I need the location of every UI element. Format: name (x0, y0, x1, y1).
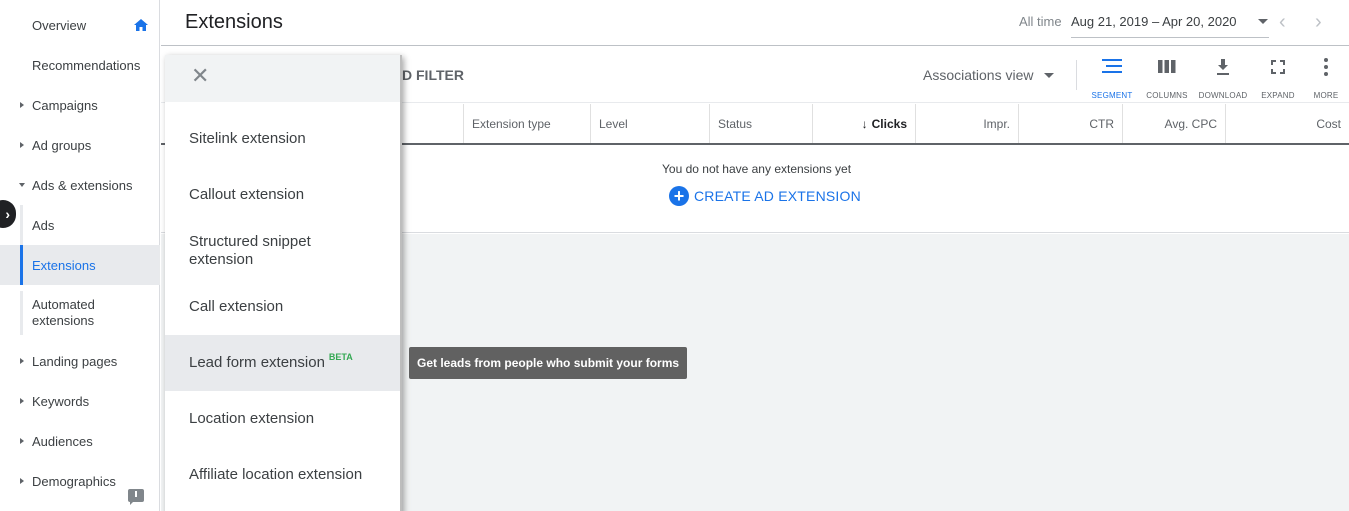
segment-icon (1102, 59, 1122, 73)
chevron-right-icon[interactable]: › (1315, 12, 1322, 32)
expand-arrow-icon (20, 398, 24, 404)
expand-label: EXPAND (1261, 91, 1295, 100)
date-label: All time (1019, 14, 1062, 29)
segment-label: SEGMENT (1091, 91, 1133, 100)
empty-state-text: You do not have any extensions yet (662, 162, 852, 176)
nav-item-label: Ads & extensions (32, 177, 133, 193)
nav-item-recommendations[interactable]: Recommendations (0, 45, 160, 85)
nav-item-label: Landing pages (32, 353, 118, 369)
extension-type-menu: ✕ Sitelink extension Callout extension S… (165, 55, 402, 511)
expand-arrow-icon (20, 358, 24, 364)
column-header[interactable]: Avg. CPC (1122, 104, 1225, 143)
page-title: Extensions (185, 11, 283, 33)
add-filter-button[interactable]: D FILTER (402, 67, 464, 83)
column-header[interactable]: Extension type (463, 104, 590, 143)
menu-item-lead-form-extension[interactable]: Lead form extension BETA (165, 335, 400, 391)
menu-item-location-extension[interactable]: Location extension (165, 391, 400, 447)
toolbar-divider (1076, 60, 1077, 90)
more-button[interactable]: MORE (1301, 57, 1349, 100)
menu-item-sitelink-extension[interactable]: Sitelink extension (165, 111, 400, 167)
date-range-selector[interactable]: Aug 21, 2019 – Apr 20, 2020 (1071, 14, 1237, 29)
nav-indent-bar (20, 205, 23, 245)
nav-item-ad-groups[interactable]: Ad groups (0, 125, 160, 165)
menu-item-label: Lead form extension (189, 354, 325, 371)
column-header-label: Clicks (871, 116, 907, 131)
expand-arrow-icon (20, 142, 24, 148)
nav-item-label: Audiences (32, 433, 93, 449)
menu-item-call-extension[interactable]: Call extension (165, 279, 400, 335)
menu-item-label: Structured snippet extension (189, 233, 311, 268)
nav-item-label: Ad groups (32, 137, 92, 153)
nav-item-extensions[interactable]: Extensions (0, 245, 160, 285)
nav-item-automated-extensions[interactable]: Automated extensions (0, 291, 160, 335)
associations-view-dropdown[interactable]: Associations view (923, 67, 1034, 83)
chevron-right-icon: › (5, 206, 10, 222)
more-vert-icon (1324, 58, 1328, 76)
nav-item-ads[interactable]: Ads (0, 205, 160, 245)
columns-icon (1158, 60, 1176, 73)
nav-item-label: Demographics (32, 473, 116, 489)
column-header[interactable]: Status (709, 104, 812, 143)
sort-arrow-down-icon: ↓ (861, 116, 868, 131)
create-ad-extension-label: CREATE AD EXTENSION (694, 188, 861, 204)
columns-button[interactable]: COLUMNS (1142, 57, 1192, 100)
create-ad-extension-button[interactable]: + CREATE AD EXTENSION (669, 186, 861, 206)
collapse-arrow-icon (19, 183, 25, 187)
caret-down-icon[interactable] (1044, 73, 1054, 78)
column-header[interactable]: Impr. (915, 104, 1018, 143)
menu-item-callout-extension[interactable]: Callout extension (165, 167, 400, 223)
more-label: MORE (1313, 91, 1339, 100)
tooltip: Get leads from people who submit your fo… (409, 347, 688, 379)
download-label: DOWNLOAD (1198, 91, 1248, 100)
page-header: Extensions All time Aug 21, 2019 – Apr 2… (161, 0, 1349, 46)
nav-item-label: Ads (32, 217, 55, 233)
nav-item-label: Automated extensions (32, 297, 95, 328)
menu-item-affiliate-location-extension[interactable]: Affiliate location extension (165, 447, 400, 503)
expand-arrow-icon (20, 478, 24, 484)
beta-badge: BETA (328, 352, 353, 362)
caret-down-icon[interactable] (1258, 19, 1268, 24)
nav-item-label: Recommendations (32, 57, 141, 73)
nav-item-landing-pages[interactable]: Landing pages (0, 341, 160, 381)
expand-arrow-icon (20, 438, 24, 444)
column-header[interactable]: CTR (1018, 104, 1122, 143)
nav-item-keywords[interactable]: Keywords (0, 381, 160, 421)
segment-button[interactable]: SEGMENT (1087, 57, 1137, 100)
expand-icon (1271, 60, 1285, 74)
add-circle-icon: + (669, 186, 689, 206)
nav-item-audiences[interactable]: Audiences (0, 421, 160, 461)
nav-item-label: Overview (32, 17, 87, 33)
nav-item-campaigns[interactable]: Campaigns (0, 85, 160, 125)
download-icon (1217, 59, 1229, 75)
column-header[interactable]: Level (590, 104, 709, 143)
feedback-icon[interactable] (128, 489, 144, 505)
column-header[interactable]: Cost (1225, 104, 1349, 143)
expand-arrow-icon (20, 102, 24, 108)
nav-item-ads-extensions[interactable]: Ads & extensions (0, 165, 160, 205)
nav-indent-bar (20, 291, 23, 335)
nav-item-overview[interactable]: Overview (0, 5, 160, 45)
download-button[interactable]: DOWNLOAD (1198, 57, 1248, 100)
nav-item-label: Keywords (32, 393, 90, 409)
columns-label: COLUMNS (1146, 91, 1188, 100)
nav-item-label: Extensions (32, 257, 96, 273)
date-underline (1071, 37, 1269, 38)
expand-button[interactable]: EXPAND (1253, 57, 1303, 100)
column-header-sorted[interactable]: ↓ Clicks (812, 104, 915, 143)
nav-indent-bar (20, 245, 23, 285)
nav-item-label: Campaigns (32, 97, 98, 113)
left-nav: Overview Recommendations Campaigns Ad gr… (0, 0, 160, 511)
home-icon (134, 19, 148, 31)
chevron-left-icon[interactable]: ‹ (1279, 12, 1286, 32)
menu-item-structured-snippet-extension[interactable]: Structured snippet extension (165, 223, 400, 279)
menu-header: ✕ (165, 55, 400, 102)
close-icon[interactable]: ✕ (191, 65, 209, 87)
